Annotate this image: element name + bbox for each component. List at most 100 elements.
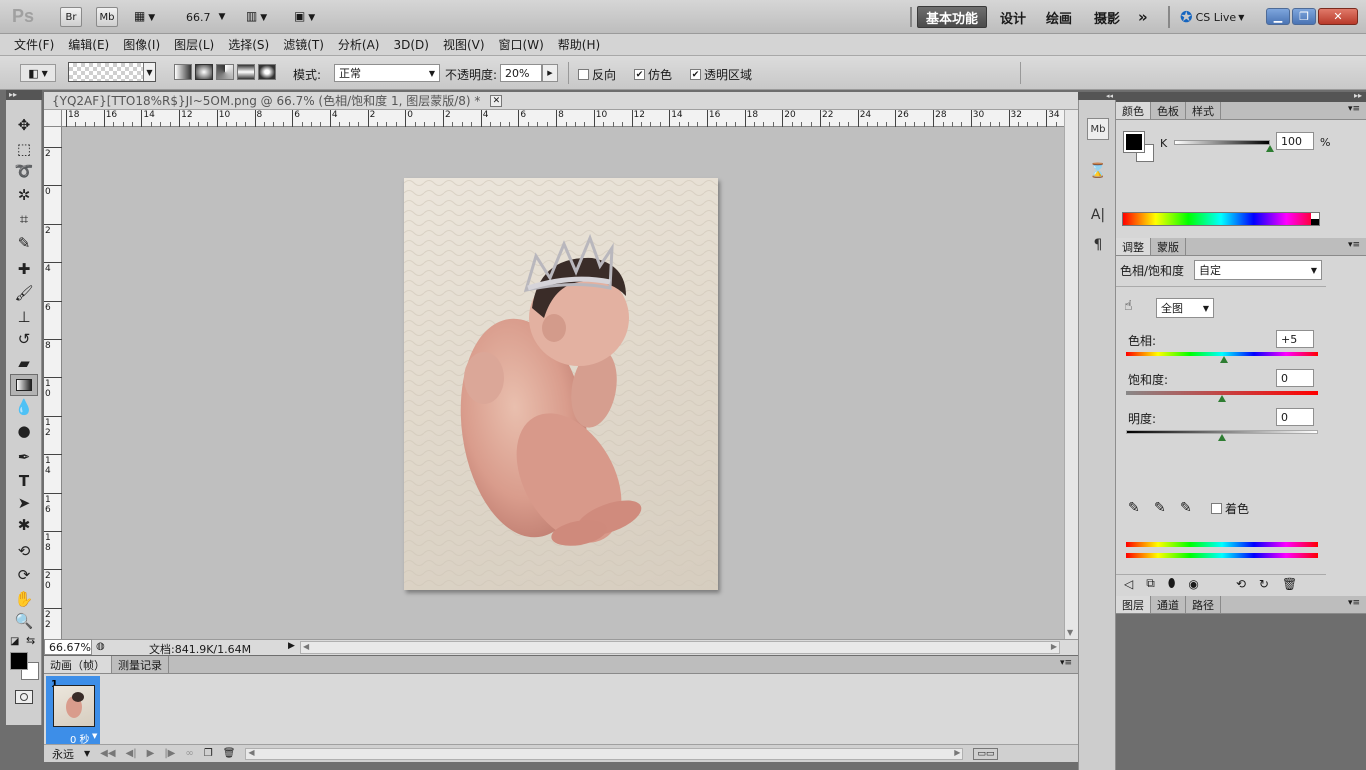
back-icon[interactable]: ◁: [1124, 577, 1133, 591]
strip-collapse-handle[interactable]: ◂◂: [1078, 92, 1116, 100]
tab-masks[interactable]: 蒙版: [1151, 238, 1186, 255]
frames-scrollbar[interactable]: ◀ ▶: [245, 747, 964, 760]
default-colors-button[interactable]: ◪: [10, 636, 19, 647]
panel-dock-handle[interactable]: ▸▸: [1116, 91, 1366, 102]
saturation-slider-thumb[interactable]: [1218, 395, 1226, 402]
previous-state-icon[interactable]: ⟲: [1236, 577, 1246, 591]
horizontal-scrollbar[interactable]: ◀ ▶: [300, 641, 1060, 654]
blur-tool[interactable]: 💧: [10, 396, 38, 418]
radial-gradient-button[interactable]: [195, 64, 213, 80]
targeted-adjust-icon[interactable]: ☝: [1124, 298, 1133, 314]
shape-tool[interactable]: ✱: [10, 514, 38, 536]
k-value-input[interactable]: 100: [1276, 132, 1314, 150]
crop-tool[interactable]: ⌗: [10, 208, 38, 230]
reverse-check-box[interactable]: [578, 69, 589, 80]
menu-view[interactable]: 视图(V): [436, 34, 492, 56]
document-image[interactable]: [404, 178, 718, 590]
color-spectrum-ramp[interactable]: [1122, 212, 1320, 226]
ruler-origin[interactable]: [44, 110, 62, 127]
vertical-ruler[interactable]: 2 0 2 4 6 8 10 12 14 16 18 20 22: [44, 127, 62, 639]
menu-filter[interactable]: 滤镜(T): [276, 34, 331, 56]
convert-timeline-button[interactable]: ▭▭: [973, 747, 999, 760]
k-slider-track[interactable]: [1174, 140, 1270, 145]
menu-image[interactable]: 图像(I): [116, 34, 167, 56]
history-brush-tool[interactable]: ↺: [10, 328, 38, 350]
workspace-design[interactable]: 设计: [992, 6, 1034, 28]
pen-tool[interactable]: ✒: [10, 446, 38, 468]
more-workspaces-button[interactable]: »: [1130, 6, 1156, 28]
3d-orbit-tool[interactable]: ⟳: [10, 564, 38, 586]
move-tool[interactable]: ✥: [10, 114, 38, 136]
chevron-down-icon[interactable]: ▼: [92, 732, 97, 740]
opacity-slider-button[interactable]: ▶: [542, 64, 558, 82]
eyedropper-minus-icon[interactable]: ✎: [1180, 500, 1192, 516]
panel-menu-icon[interactable]: ▾≡: [1060, 658, 1072, 668]
zoom-tool[interactable]: 🔍: [10, 610, 38, 632]
arrange-documents-menu[interactable]: ▥ ▼: [246, 9, 280, 25]
foreground-color-chip[interactable]: [1123, 131, 1145, 153]
first-frame-button[interactable]: ◀◀: [100, 748, 115, 759]
colorize-checkbox[interactable]: 着色: [1211, 500, 1249, 517]
linear-gradient-button[interactable]: [174, 64, 192, 80]
menu-edit[interactable]: 编辑(E): [61, 34, 116, 56]
healing-brush-tool[interactable]: ✚: [10, 258, 38, 280]
scroll-down-icon[interactable]: ▼: [1067, 628, 1073, 637]
toolbar-collapse-handle[interactable]: ▸▸: [6, 90, 42, 100]
dodge-tool[interactable]: ●: [10, 420, 38, 442]
eyedropper-plus-icon[interactable]: ✎: [1154, 500, 1166, 516]
range-select[interactable]: 全图 ▼: [1156, 298, 1214, 318]
previous-frame-button[interactable]: ◀|: [126, 748, 137, 759]
hue-input[interactable]: +5: [1276, 330, 1314, 348]
mini-bridge-panel-button[interactable]: Mb: [1087, 118, 1109, 140]
scroll-left-icon[interactable]: ◀: [303, 642, 309, 651]
lightness-slider-thumb[interactable]: [1218, 434, 1226, 441]
lightness-input[interactable]: 0: [1276, 408, 1314, 426]
character-panel-button[interactable]: A|: [1087, 204, 1109, 226]
eraser-tool[interactable]: ▰: [10, 352, 38, 374]
tab-styles[interactable]: 样式: [1186, 102, 1221, 119]
panel-menu-icon[interactable]: ▾≡: [1348, 240, 1360, 250]
brush-tool[interactable]: 🖌: [10, 282, 38, 304]
new-frame-button[interactable]: ❐: [204, 748, 213, 759]
reset-icon[interactable]: ↻: [1259, 577, 1269, 591]
screen-mode-menu[interactable]: ▣ ▼: [294, 9, 328, 25]
dither-check-box[interactable]: ✔: [634, 69, 645, 80]
status-menu-arrow-icon[interactable]: ▶: [288, 641, 295, 651]
horizontal-ruler[interactable]: 18 16 14 12 10 8 6 4 2 0 2 4 6 8 10 12 14 16 18 20 22 24 26 28 3…: [62, 110, 1076, 127]
transparency-check-box[interactable]: ✔: [690, 69, 701, 80]
foreground-color-swatch[interactable]: [10, 652, 28, 670]
reverse-checkbox[interactable]: 反向: [578, 66, 616, 83]
zoom-level-menu[interactable]: 66.7 ▼: [186, 9, 225, 25]
lasso-tool[interactable]: ➰: [10, 160, 38, 182]
trash-icon[interactable]: 🗑: [223, 748, 236, 759]
panel-menu-icon[interactable]: ▾≡: [1348, 104, 1360, 114]
trash-icon[interactable]: 🗑: [1282, 577, 1297, 591]
chevron-down-icon[interactable]: ▼: [84, 749, 90, 758]
expand-icon[interactable]: ▸▸: [1354, 91, 1362, 100]
eyedropper-tool[interactable]: ✎: [10, 232, 38, 254]
marquee-tool[interactable]: ⬚: [10, 138, 38, 160]
eyedropper-icon[interactable]: ✎: [1128, 500, 1140, 516]
gradient-picker[interactable]: ▼: [68, 62, 156, 82]
hue-slider-thumb[interactable]: [1219, 356, 1228, 363]
status-options-icon[interactable]: ◍: [96, 641, 105, 652]
tween-button[interactable]: ∞: [185, 748, 193, 759]
menu-help[interactable]: 帮助(H): [551, 34, 607, 56]
transparency-checkbox[interactable]: ✔ 透明区域: [690, 66, 752, 83]
workspace-essentials[interactable]: 基本功能: [917, 6, 988, 28]
hand-tool[interactable]: ✋: [10, 588, 38, 610]
type-tool[interactable]: T: [10, 470, 38, 492]
document-tab[interactable]: {YQ2AF}[TTO18%R$}JI~5OM.png @ 66.7% (色相/…: [44, 92, 1078, 110]
scroll-right-icon[interactable]: ▶: [1051, 642, 1057, 651]
minimize-button[interactable]: ▁: [1266, 8, 1290, 25]
close-button[interactable]: ✕: [1318, 8, 1358, 25]
dither-checkbox[interactable]: ✔ 仿色: [634, 66, 672, 83]
loop-value[interactable]: 永远: [52, 746, 74, 762]
close-document-button[interactable]: ✕: [490, 94, 503, 107]
zoom-status-field[interactable]: 66.67%: [44, 639, 92, 655]
tab-paths[interactable]: 路径: [1186, 596, 1221, 613]
restore-button[interactable]: ❐: [1292, 8, 1316, 25]
workspace-painting[interactable]: 绘画: [1038, 6, 1080, 28]
k-slider-thumb[interactable]: [1266, 145, 1274, 152]
menu-file[interactable]: 文件(F): [7, 34, 61, 56]
